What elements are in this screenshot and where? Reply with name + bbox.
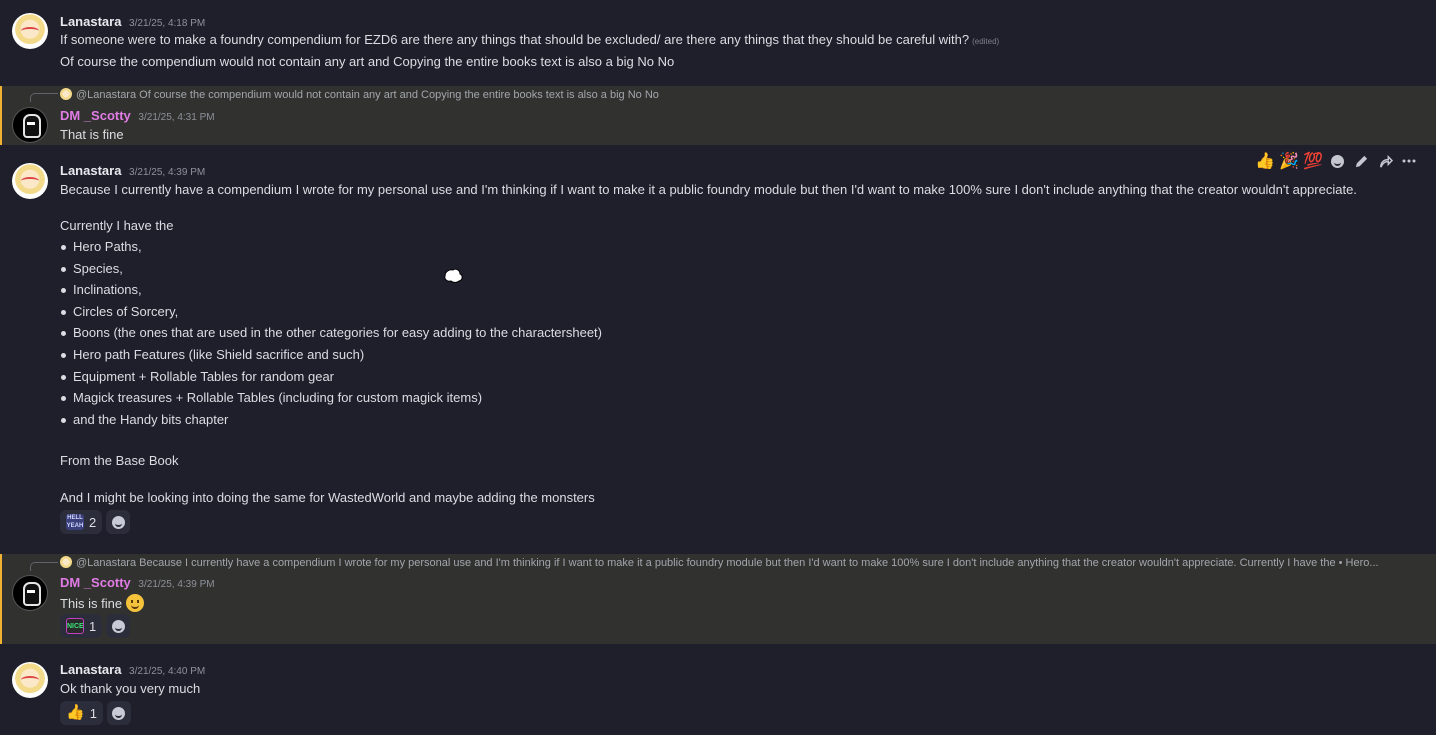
timestamp[interactable]: 3/21/25, 4:39 PM [138, 579, 214, 590]
list-item: Magick treasures + Rollable Tables (incl… [61, 387, 602, 409]
pencil-icon [1355, 155, 1367, 167]
list-item: Circles of Sorcery, [61, 301, 602, 323]
edit-button[interactable] [1352, 152, 1370, 170]
reaction-thumbs-up[interactable]: 👍 1 [60, 701, 103, 725]
edited-label: (edited) [972, 37, 1000, 46]
more-dots-icon [1402, 159, 1416, 163]
list-item: Boons (the ones that are used in the oth… [61, 322, 602, 344]
message-text: That is fine [60, 127, 124, 142]
quick-reaction-100[interactable]: 💯 [1303, 152, 1323, 170]
timestamp[interactable]: 3/21/25, 4:40 PM [129, 666, 205, 677]
reactions-bar: NICE 1 [60, 614, 131, 638]
message-header: Lanastara 3/21/25, 4:40 PM [60, 662, 205, 677]
add-reaction-button[interactable] [1328, 152, 1346, 170]
username[interactable]: Lanastara [60, 14, 121, 29]
add-reaction-icon [1330, 154, 1344, 168]
slightly-smiling-face-icon [125, 594, 144, 612]
reaction-hell-yeah[interactable]: HELL YEAH 2 [60, 510, 103, 534]
reply-spine [30, 93, 58, 102]
username[interactable]: DM _Scotty [60, 108, 131, 123]
list-item: Hero Paths, [61, 236, 602, 258]
message-text: Currently I have the [60, 218, 174, 233]
message-lanastara-1: Lanastara 3/21/25, 4:18 PM If someone we… [0, 8, 1436, 76]
message-lanastara-3: Lanastara 3/21/25, 4:40 PM Ok thank you … [0, 654, 1436, 735]
more-button[interactable] [1400, 152, 1418, 170]
reaction-count: 2 [89, 514, 97, 530]
username[interactable]: Lanastara [60, 163, 121, 178]
message-header: DM _Scotty 3/21/25, 4:39 PM [60, 575, 215, 590]
add-reaction-button[interactable] [106, 614, 131, 638]
message-lanastara-2: Lanastara 3/21/25, 4:39 PM Because I cur… [0, 155, 1436, 545]
list-item: Equipment + Rollable Tables for random g… [61, 366, 602, 388]
list-item: Hero path Features (like Shield sacrific… [61, 344, 602, 366]
reply-avatar [60, 556, 72, 568]
quick-reaction-thumbs-up[interactable]: 👍 [1255, 152, 1275, 170]
nice-emoji-icon: NICE [66, 618, 84, 634]
reactions-bar: HELL YEAH 2 [60, 510, 131, 534]
timestamp[interactable]: 3/21/25, 4:39 PM [129, 167, 205, 178]
thumbs-up-icon: 👍 [66, 704, 85, 721]
reactions-bar: 👍 1 [60, 701, 131, 725]
message-dm-scotty-1: @Lanastara Of course the compendium woul… [0, 86, 1436, 145]
hell-yeah-emoji-icon: HELL YEAH [66, 514, 84, 530]
message-text: And I might be looking into doing the sa… [60, 490, 595, 505]
reaction-nice[interactable]: NICE 1 [60, 614, 103, 638]
quick-reaction-party[interactable]: 🎉 [1279, 152, 1299, 170]
avatar[interactable] [12, 107, 48, 143]
add-reaction-button[interactable] [106, 510, 131, 534]
reply-preview[interactable]: @Lanastara Of course the compendium woul… [60, 88, 659, 101]
add-reaction-icon [111, 515, 125, 529]
message-dm-scotty-2: @Lanastara Because I currently have a co… [0, 554, 1436, 644]
message-text: This is fine [60, 594, 144, 612]
add-reaction-button[interactable] [106, 701, 131, 725]
timestamp[interactable]: 3/21/25, 4:31 PM [138, 112, 214, 123]
add-reaction-icon [112, 706, 126, 720]
username[interactable]: Lanastara [60, 662, 121, 677]
avatar[interactable] [12, 163, 48, 199]
reaction-count: 1 [89, 618, 97, 634]
reply-preview[interactable]: @Lanastara Because I currently have a co… [60, 556, 1379, 569]
list-item: Species, [61, 258, 602, 280]
avatar[interactable] [12, 662, 48, 698]
username[interactable]: DM _Scotty [60, 575, 131, 590]
forward-arrow-icon [1379, 154, 1393, 167]
reaction-count: 1 [89, 705, 97, 721]
message-actions-toolbar: 👍 🎉 💯 [1252, 147, 1422, 175]
mouse-cursor-icon [441, 266, 465, 292]
reply-avatar [60, 88, 72, 100]
timestamp[interactable]: 3/21/25, 4:18 PM [129, 18, 205, 29]
avatar[interactable] [12, 575, 48, 611]
message-header: DM _Scotty 3/21/25, 4:31 PM [60, 108, 215, 123]
reply-spine [30, 562, 58, 571]
message-text: Of course the compendium would not conta… [60, 54, 675, 69]
list-item: Inclinations, [61, 279, 602, 301]
message-text: Ok thank you very much [60, 681, 201, 696]
forward-button[interactable] [1376, 152, 1394, 170]
message-text: If someone were to make a foundry compen… [60, 32, 1000, 47]
list-item: and the Handy bits chapter [61, 409, 602, 431]
message-text: From the Base Book [60, 453, 179, 468]
message-header: Lanastara 3/21/25, 4:39 PM [60, 163, 205, 178]
avatar[interactable] [12, 13, 48, 49]
message-header: Lanastara 3/21/25, 4:18 PM [60, 14, 205, 29]
bullet-list: Hero Paths, Species, Inclinations, Circl… [60, 236, 602, 430]
add-reaction-icon [111, 619, 125, 633]
message-text: Because I currently have a compendium I … [60, 182, 1357, 197]
